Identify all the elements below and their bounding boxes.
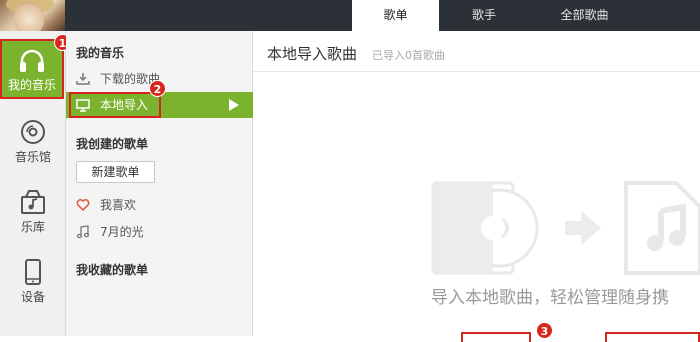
music-note-icon [76,225,90,239]
nav-label-music-hall: 音乐馆 [14,150,51,164]
nav-item-library[interactable]: 乐库 [0,189,66,239]
download-icon [76,73,90,85]
nav-item-my-music[interactable]: 我的音乐 [0,39,64,99]
main-content: 本地导入歌曲 已导入0首歌曲 导入本地歌曲，轻松管理随身携 [253,31,700,342]
subnav-item-favorites[interactable]: 我喜欢 [66,192,253,218]
section-title-collected-playlists: 我收藏的歌单 [76,263,149,277]
subnav-label-favorites: 我喜欢 [100,198,137,212]
nav-label-devices: 设备 [20,290,45,304]
nav-label-my-music: 我的音乐 [7,78,56,92]
disc-icon [21,120,45,144]
tab-singers[interactable]: 歌手 [439,0,529,31]
imported-count: 已导入0首歌曲 [372,49,445,62]
heart-icon [76,199,90,212]
nav-item-music-hall[interactable]: 音乐馆 [0,119,66,169]
phone-icon [25,259,41,285]
step-badge-3: 3 [536,322,553,339]
play-arrow-icon [229,99,239,111]
header-divider [253,71,700,72]
top-bar: 歌单 歌手 全部歌曲 [0,0,700,31]
import-button-outline[interactable] [461,332,531,342]
headphones-icon [20,49,44,72]
page-title: 本地导入歌曲 [267,45,358,63]
tab-all-songs[interactable]: 全部歌曲 [529,0,640,31]
subnav-label-playlist-july: 7月的光 [100,225,144,239]
left-icon-nav: 我的音乐 音乐馆 乐库 设备 [0,31,66,336]
new-playlist-button[interactable]: 新建歌单 [76,161,155,183]
import-illustration-icon [431,181,700,275]
second-button-outline[interactable] [605,332,700,342]
local-import-highlight [69,92,161,118]
nav-item-devices[interactable]: 设备 [0,259,66,309]
my-music-subnav: 我的音乐 下载的歌曲 本地导入 我创建的歌单 新建歌单 我喜欢 7月的光 我收藏… [66,31,253,336]
music-box-icon [21,190,45,214]
step-badge-2: 2 [149,80,166,97]
empty-state-message: 导入本地歌曲，轻松管理随身携 [431,288,669,308]
section-title-my-music: 我的音乐 [76,46,125,60]
nav-label-library: 乐库 [20,220,45,234]
content-tabs: 歌单 歌手 全部歌曲 [352,0,640,31]
avatar-face [14,2,44,31]
section-title-created-playlists: 我创建的歌单 [76,137,149,151]
subnav-item-playlist-july[interactable]: 7月的光 [66,219,253,245]
avatar[interactable] [0,0,65,31]
tab-playlists[interactable]: 歌单 [352,0,439,31]
